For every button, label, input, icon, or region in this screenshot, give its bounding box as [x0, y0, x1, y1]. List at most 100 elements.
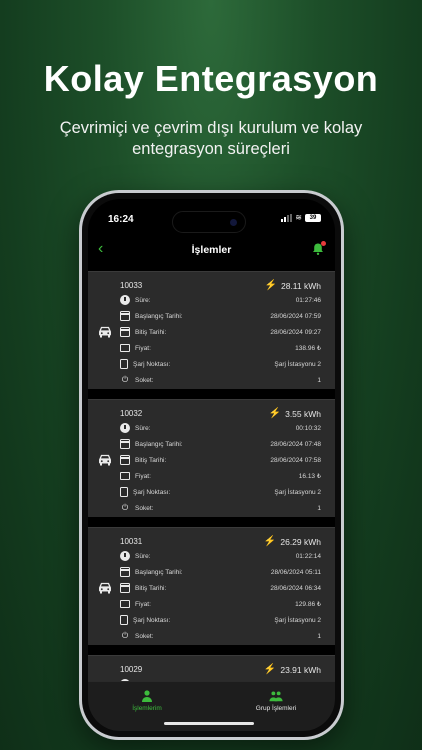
calendar-icon — [120, 311, 130, 321]
phone-frame: 16:24 ≋ 39 ‹ İşlemler 10033 ⚡ 28.11 kWh Sür… — [79, 190, 344, 740]
row-label: Şarj Noktası: — [133, 616, 171, 624]
transaction-id: 10031 — [120, 537, 143, 546]
car-icon — [99, 582, 111, 594]
price-icon — [120, 472, 130, 480]
person-icon — [142, 690, 152, 702]
plug-icon: ⏻ — [121, 375, 129, 384]
notifications-button[interactable] — [311, 241, 326, 256]
phone-bezel: 16:24 ≋ 39 ‹ İşlemler 10033 ⚡ 28.11 kWh Sür… — [82, 193, 341, 737]
row-price: Fiyat: 129.86 ₺ — [120, 598, 321, 610]
transactions-list[interactable]: 10033 ⚡ 28.11 kWh Süre: 01:27:46 Başlangıç Ta… — [88, 271, 335, 681]
row-label: Bitiş Tarihi: — [135, 456, 167, 464]
row-label: Soket: — [135, 376, 154, 384]
row-socket: ⏻ Soket: 1 — [120, 374, 321, 386]
notification-badge — [321, 241, 326, 246]
station-icon — [120, 487, 128, 497]
transaction-card[interactable]: 10033 ⚡ 28.11 kWh Süre: 01:27:46 Başlangıç Ta… — [88, 271, 335, 389]
energy-value: ⚡ 23.91 kWh — [264, 664, 321, 675]
price-icon — [120, 600, 130, 608]
row-value: 28/06/2024 06:34 — [270, 584, 321, 592]
row-station: Şarj Noktası: Şarj İstasyonu 2 — [120, 614, 321, 626]
row-station: Şarj Noktası: Şarj İstasyonu 2 — [120, 486, 321, 498]
row-value: 28/06/2024 09:27 — [270, 328, 321, 336]
tab-label: Grup İşlemleri — [255, 705, 297, 712]
calendar-icon — [120, 439, 130, 449]
home-indicator — [164, 722, 254, 725]
row-value: 28/06/2024 07:59 — [270, 312, 321, 320]
row-value: Şarj İstasyonu 2 — [274, 616, 321, 624]
car-icon — [99, 454, 111, 466]
row-socket: ⏻ Soket: 1 — [120, 502, 321, 514]
status-time: 16:24 — [108, 214, 134, 225]
row-value: 1 — [317, 632, 321, 640]
energy-text: 28.11 kWh — [280, 280, 321, 291]
clock-icon — [120, 551, 130, 561]
bolt-icon: ⚡ — [263, 536, 277, 547]
energy-text: 3.55 kWh — [285, 408, 321, 419]
signal-icon — [281, 214, 293, 222]
row-value: 00:10:32 — [295, 424, 321, 432]
row-socket: ⏻ Soket: 1 — [120, 630, 321, 642]
nav-bar: ‹ İşlemler — [88, 239, 335, 265]
transaction-id: 10032 — [120, 409, 143, 418]
energy-value: ⚡ 28.11 kWh — [265, 280, 321, 291]
row-end: Bitiş Tarihi: 28/06/2024 07:58 — [120, 454, 321, 466]
row-label: Süre: — [135, 424, 151, 432]
row-value: 1 — [317, 504, 321, 512]
plug-icon: ⏻ — [121, 631, 129, 640]
group-icon — [269, 691, 283, 702]
row-label: Bitiş Tarihi: — [135, 584, 167, 592]
row-value: 28/06/2024 07:58 — [270, 456, 321, 464]
row-label: Süre: — [135, 552, 151, 560]
bolt-icon: ⚡ — [264, 280, 277, 291]
tab-bar: İşlemlerim Grup İşlemleri — [88, 681, 335, 731]
row-value: 16.13 ₺ — [298, 473, 321, 480]
calendar-icon — [120, 567, 130, 577]
clock-icon — [120, 423, 130, 433]
row-label: Soket: — [135, 504, 154, 512]
row-label: Fiyat: — [135, 472, 151, 480]
row-value: 28/06/2024 05:11 — [270, 568, 321, 576]
row-label: Bitiş Tarihi: — [135, 328, 167, 336]
energy-text: 23.91 kWh — [280, 664, 321, 675]
transaction-card[interactable]: 10032 ⚡ 3.55 kWh Süre: 00:10:32 Başlangıç Tar… — [88, 399, 335, 517]
row-value: 01:27:46 — [295, 296, 321, 304]
energy-text: 26.29 kWh — [280, 536, 321, 547]
row-value: 28/06/2024 07:48 — [270, 440, 321, 448]
row-value: 1 — [317, 376, 321, 384]
price-icon — [120, 344, 130, 352]
subline: Çevrimiçi ve çevrim dışı kurulum ve kola… — [59, 119, 363, 158]
transaction-card[interactable]: 10029⚡23.91 kWhSüre:01:14:07 — [88, 655, 335, 681]
tab-label: İşlemlerim — [132, 705, 162, 712]
row-label: Başlangıç Tarihi: — [135, 440, 183, 448]
camera-dot — [230, 219, 237, 226]
tab-my-transactions[interactable]: İşlemlerim — [92, 690, 202, 712]
energy-value: ⚡ 3.55 kWh — [269, 408, 321, 419]
row-value: Şarj İstasyonu 2 — [274, 488, 321, 496]
row-price: Fiyat: 138.96 ₺ — [120, 342, 321, 354]
calendar-icon — [120, 455, 130, 465]
transaction-card[interactable]: 10031 ⚡ 26.29 kWh Süre: 01:22:14 Başlangıç Ta… — [88, 527, 335, 645]
car-icon — [99, 326, 111, 338]
clock-icon — [120, 295, 130, 305]
headline: Kolay Entegrasyon — [43, 58, 379, 99]
row-label: Şarj Noktası: — [133, 488, 171, 496]
dynamic-island — [172, 211, 246, 233]
transaction-id: 10033 — [120, 281, 143, 290]
status-icons: ≋ 39 — [281, 214, 321, 222]
page-title: İşlemler — [191, 244, 232, 256]
row-value: 129.86 ₺ — [295, 601, 321, 608]
row-value: 138.96 ₺ — [295, 345, 321, 352]
row-label: Başlangıç Tarihi: — [135, 568, 183, 576]
row-duration: Süre: 01:27:46 — [120, 294, 321, 306]
row-duration: Süre: 01:22:14 — [120, 550, 321, 562]
tab-group-transactions[interactable]: Grup İşlemleri — [221, 690, 331, 712]
bolt-icon: ⚡ — [263, 664, 277, 675]
row-start: Başlangıç Tarihi: 28/06/2024 05:11 — [120, 566, 321, 578]
calendar-icon — [120, 583, 130, 593]
battery-icon: 39 — [305, 214, 321, 222]
station-icon — [120, 615, 128, 625]
energy-value: ⚡ 26.29 kWh — [264, 536, 321, 547]
station-icon — [120, 359, 128, 369]
row-station: Şarj Noktası: Şarj İstasyonu 2 — [120, 358, 321, 370]
